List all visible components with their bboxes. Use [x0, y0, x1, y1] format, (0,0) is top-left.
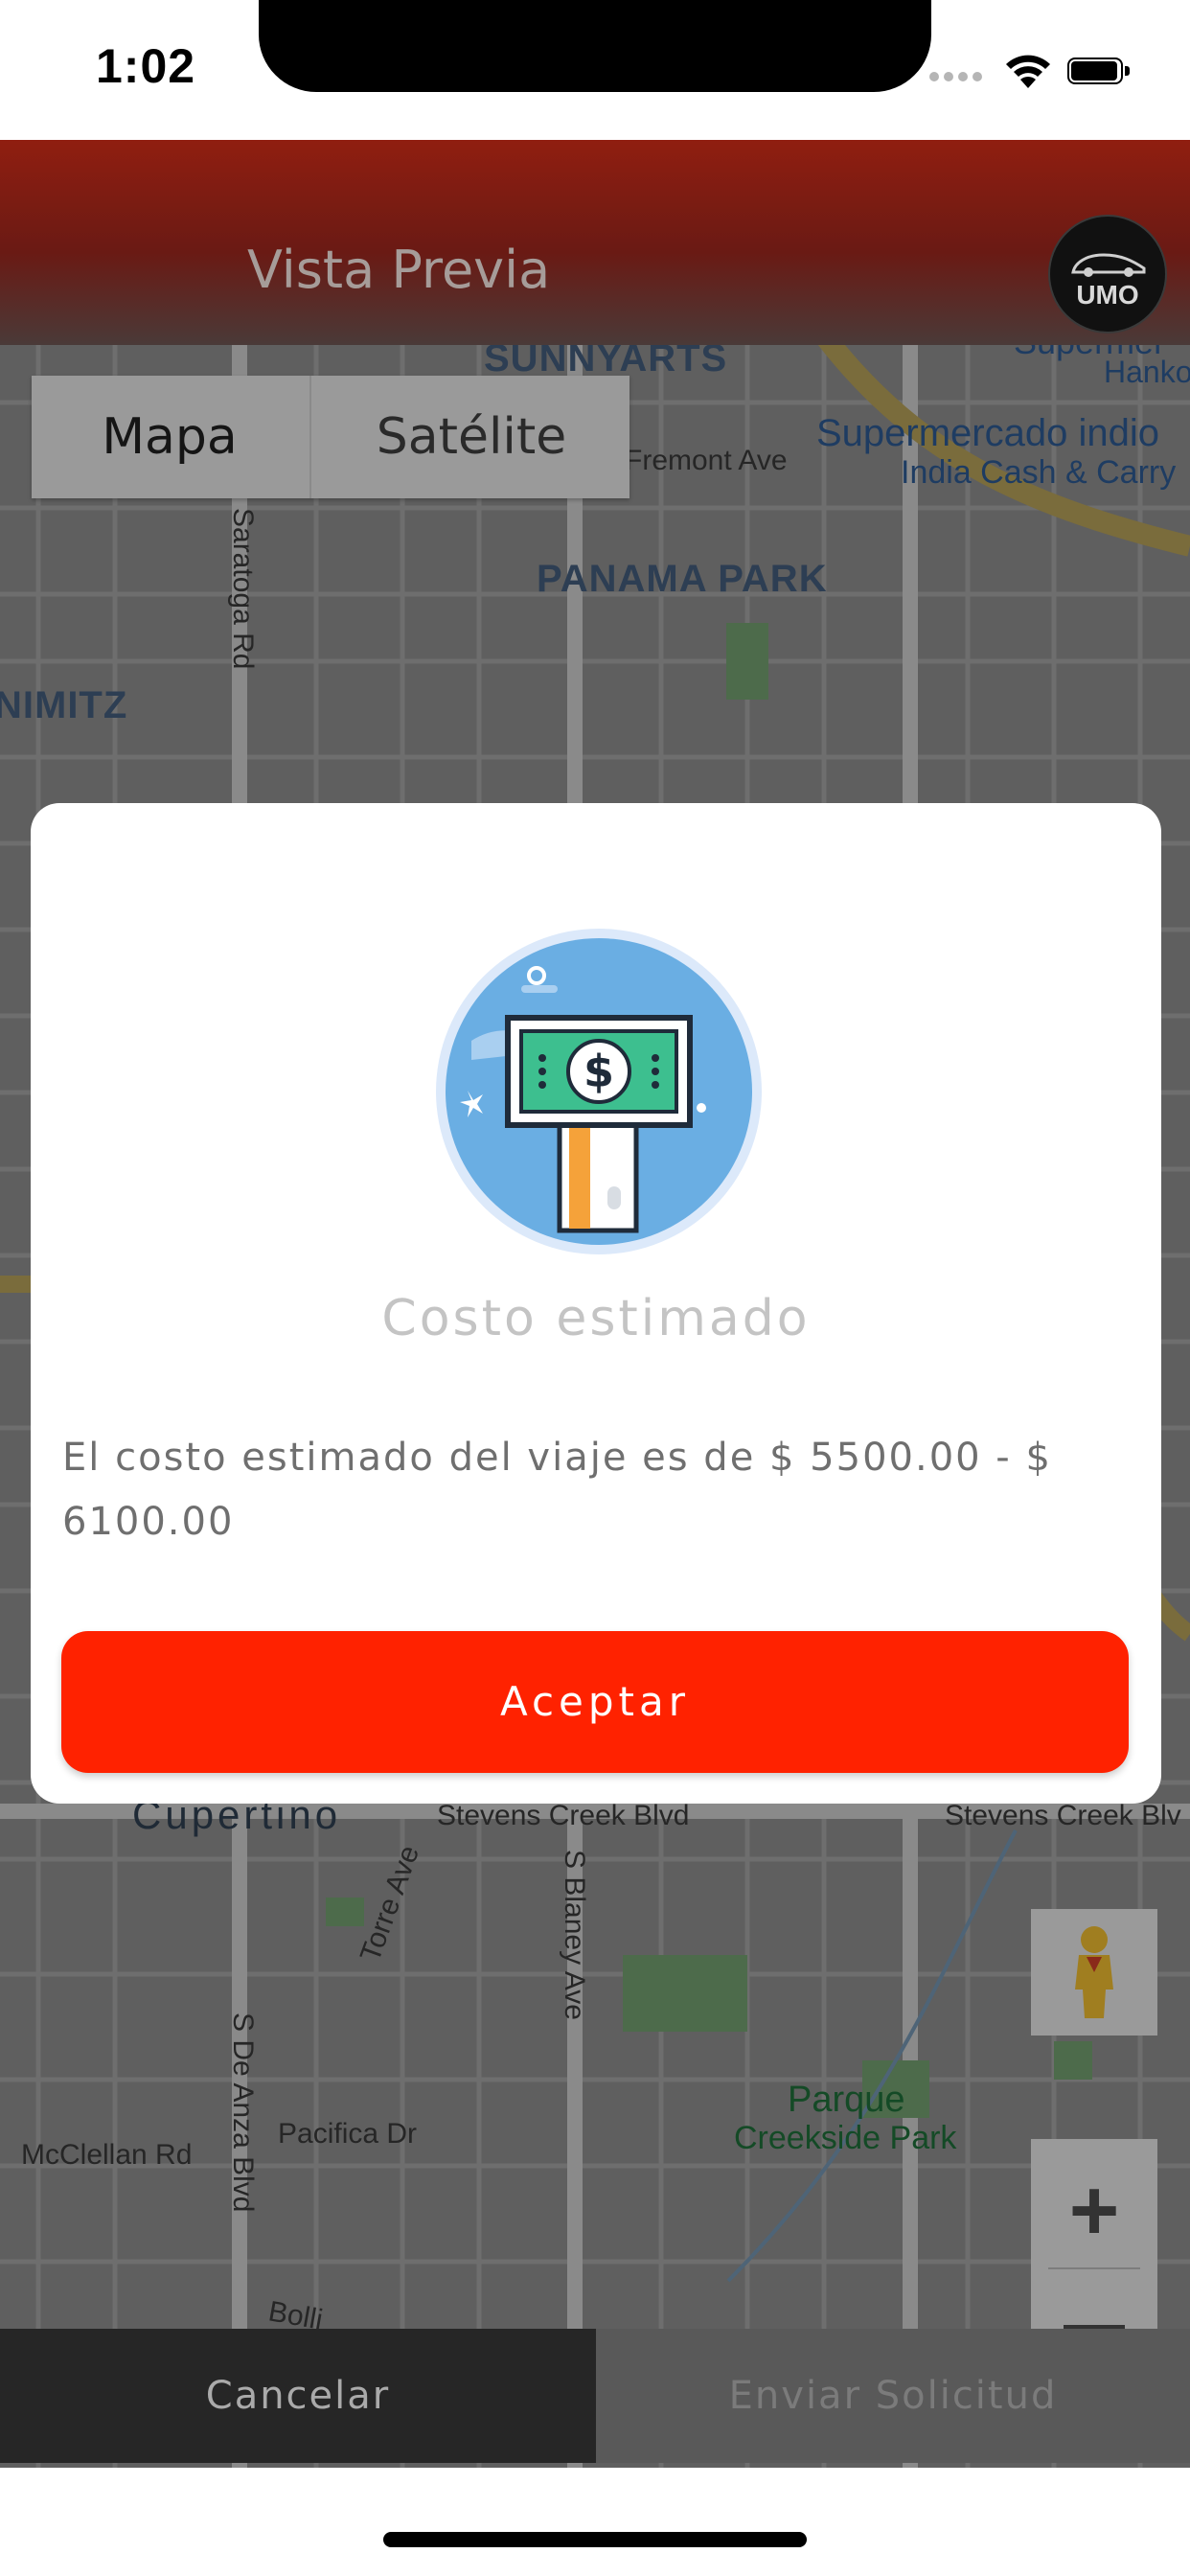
map-label-fremont: Fremont Ave [625, 445, 788, 476]
estimated-cost-dialog: $ Costo estimado El costo estimado del v… [31, 803, 1161, 1804]
app-header [0, 140, 1190, 345]
map-label-pacifica: Pacifica Dr [278, 2118, 418, 2150]
zoom-in-button[interactable]: + [1031, 2168, 1157, 2254]
map-label-parque: Parque [788, 2080, 905, 2120]
map-label-panama-park: PANAMA PARK [537, 558, 828, 600]
accept-button[interactable]: Aceptar [61, 1631, 1129, 1773]
logo-text: UMO [1076, 280, 1139, 310]
map-label-creekside: Creekside Park [734, 2120, 957, 2156]
send-request-button[interactable]: Enviar Solicitud [596, 2329, 1190, 2463]
zoom-separator [1048, 2267, 1140, 2269]
map-label-india-cash: India Cash & Carry [901, 454, 1177, 491]
dialog-message: El costo estimado del viaje es de $ 5500… [62, 1436, 1052, 1544]
money-sign-icon: $ [436, 929, 762, 1254]
map-label-hanko: Hanko [1104, 355, 1190, 389]
map-type-control: Mapa Satélite [32, 376, 629, 498]
cellular-signal-icon [929, 69, 987, 82]
dialog-title: Costo estimado [381, 1290, 811, 1347]
map-type-satellite-button[interactable]: Satélite [309, 376, 631, 498]
page-title: Vista Previa [247, 240, 551, 300]
map-label-blaney: S Blaney Ave [559, 1850, 590, 2020]
map-type-map-button[interactable]: Mapa [32, 376, 308, 498]
street-view-pegman-icon[interactable] [1031, 1909, 1157, 2036]
map-label-de-anza: S De Anza Blvd [227, 2012, 259, 2213]
map-label-supermercado: Supermercado indio [816, 412, 1159, 454]
status-time: 1:02 [96, 39, 196, 93]
home-indicator[interactable] [383, 2532, 807, 2547]
svg-text:$: $ [584, 1046, 614, 1097]
map-label-stevens-creek-2: Stevens Creek Blv [945, 1800, 1181, 1831]
home-area [0, 2468, 1190, 2576]
cancel-button[interactable]: Cancelar [0, 2329, 596, 2463]
device-notch [259, 0, 931, 92]
map-label-saratoga: Saratoga Rd [227, 508, 259, 670]
wifi-icon [1004, 52, 1052, 90]
battery-icon [1067, 58, 1133, 88]
map-label-nimitz: NIMITZ [0, 684, 128, 726]
map-label-stevens-creek-1: Stevens Creek Blvd [437, 1800, 690, 1831]
map-label-mcclellan: McClellan Rd [21, 2139, 193, 2171]
car-logo-icon [1071, 253, 1146, 277]
app-logo: UMO [1048, 215, 1167, 334]
